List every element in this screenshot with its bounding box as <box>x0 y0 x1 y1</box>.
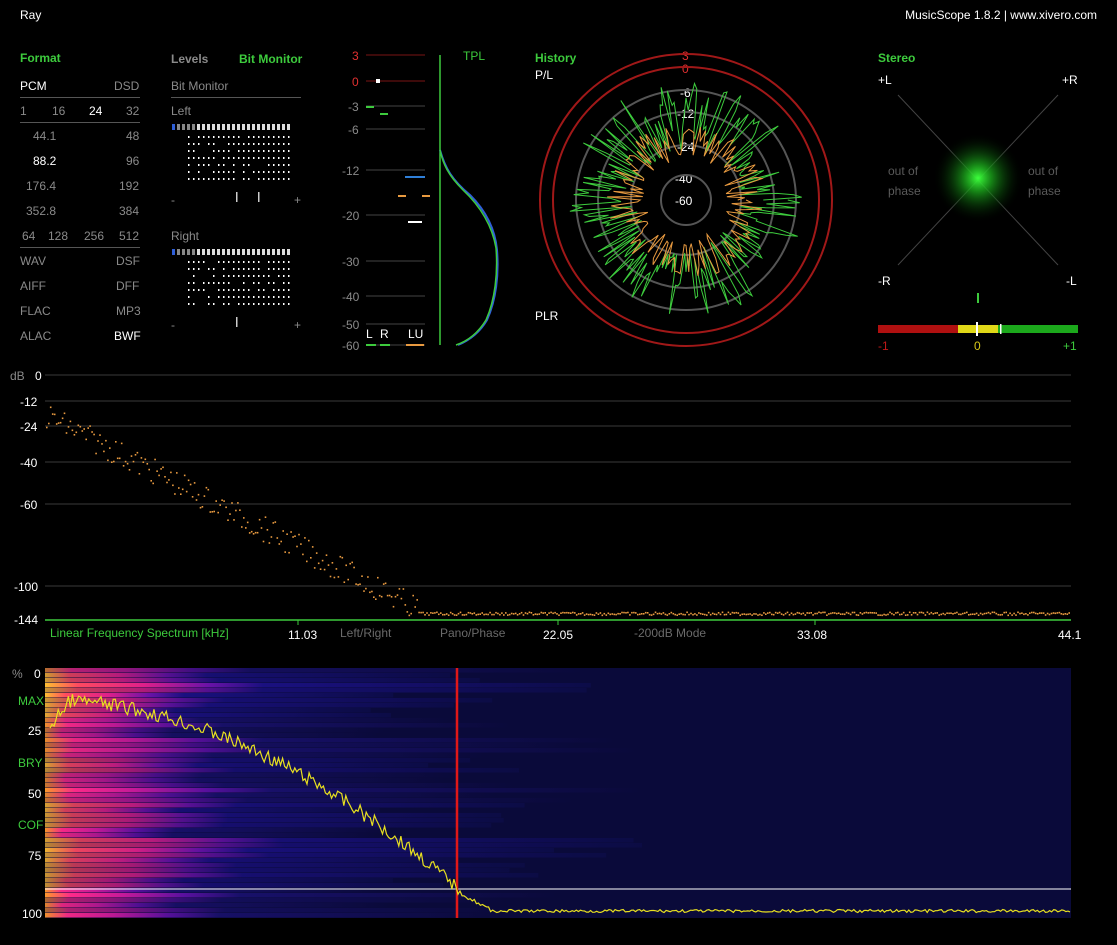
tpl-curve-blue <box>439 149 499 346</box>
correlation-needle <box>976 322 978 336</box>
spectrum-graphic <box>45 374 1071 625</box>
visualization-canvas <box>45 53 1078 918</box>
level-meter-graphic <box>366 54 499 346</box>
spectrogram-graphic <box>45 668 1071 918</box>
history-graphic <box>539 53 833 347</box>
bit-monitor-graphic <box>172 124 290 327</box>
stereo-graphic <box>878 94 1078 336</box>
tpl-curve-green <box>439 149 498 346</box>
